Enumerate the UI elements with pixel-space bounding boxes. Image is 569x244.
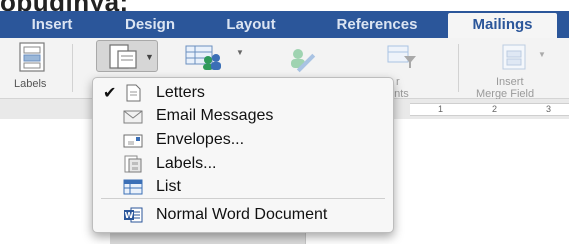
tab-insert[interactable]: Insert xyxy=(0,11,104,38)
labels-button[interactable]: Labels xyxy=(4,38,60,98)
ribbon-divider xyxy=(72,44,73,92)
ruler-tick-label: 1 xyxy=(438,104,444,114)
filter-icon xyxy=(387,45,416,68)
horizontal-ruler[interactable]: 1 2 3 xyxy=(410,103,569,116)
filter-label-partial-1: r xyxy=(396,76,400,88)
chevron-down-icon: ▼ xyxy=(538,50,546,59)
envelope-icon xyxy=(123,110,143,124)
menu-item-label: Envelopes... xyxy=(156,131,245,148)
menu-item-label: Email Messages xyxy=(156,107,274,124)
envelope-stamp-icon xyxy=(123,134,143,148)
start-mail-merge-menu: ✔ Letters Email Messages Envelopes... La… xyxy=(92,77,394,233)
chevron-down-icon: ▼ xyxy=(145,52,154,62)
insert-merge-field-button[interactable]: ▼ Insert Merge Field xyxy=(472,38,552,100)
menu-item-normal-word-document[interactable]: W Normal Word Document xyxy=(93,203,393,227)
ribbon-tab-bar: Insert Design Layout References Mailings xyxy=(0,11,569,38)
list-icon xyxy=(123,179,143,195)
merge-field-icon xyxy=(502,44,526,70)
insert-merge-field-label-1: Insert xyxy=(496,76,524,88)
menu-item-labels[interactable]: Labels... xyxy=(93,152,393,176)
menu-item-label: Normal Word Document xyxy=(156,206,328,223)
menu-item-letters[interactable]: ✔ Letters xyxy=(93,81,393,105)
start-mail-merge-button[interactable]: ▼ xyxy=(96,40,158,72)
tab-layout[interactable]: Layout xyxy=(196,11,306,38)
menu-item-envelopes[interactable]: Envelopes... xyxy=(93,128,393,152)
menu-item-list[interactable]: List xyxy=(93,175,393,199)
menu-divider xyxy=(101,198,385,199)
partial-top-text: obuginya: xyxy=(0,0,129,17)
word-document-icon: W xyxy=(124,207,143,223)
letter-icon xyxy=(126,84,141,102)
labels-icon xyxy=(124,155,142,173)
menu-item-label: List xyxy=(156,178,181,195)
chevron-down-icon: ▼ xyxy=(236,48,244,57)
ruler-tick-label: 2 xyxy=(492,104,498,114)
ribbon-divider xyxy=(458,44,459,92)
ruler-tick-label: 3 xyxy=(546,104,552,114)
tab-references[interactable]: References xyxy=(306,11,448,38)
menu-item-email-messages[interactable]: Email Messages xyxy=(93,104,393,128)
edit-list-icon xyxy=(291,49,316,73)
checkmark-icon: ✔ xyxy=(103,85,117,102)
menu-item-label: Letters xyxy=(156,84,205,101)
document-merge-icon xyxy=(109,44,137,69)
tab-mailings[interactable]: Mailings xyxy=(448,13,557,38)
labels-button-label: Labels xyxy=(14,78,47,90)
labels-sheet-icon xyxy=(19,42,45,72)
recipients-icon xyxy=(185,45,221,70)
svg-text:W: W xyxy=(125,211,134,220)
menu-item-label: Labels... xyxy=(156,155,217,172)
tab-design[interactable]: Design xyxy=(104,11,196,38)
